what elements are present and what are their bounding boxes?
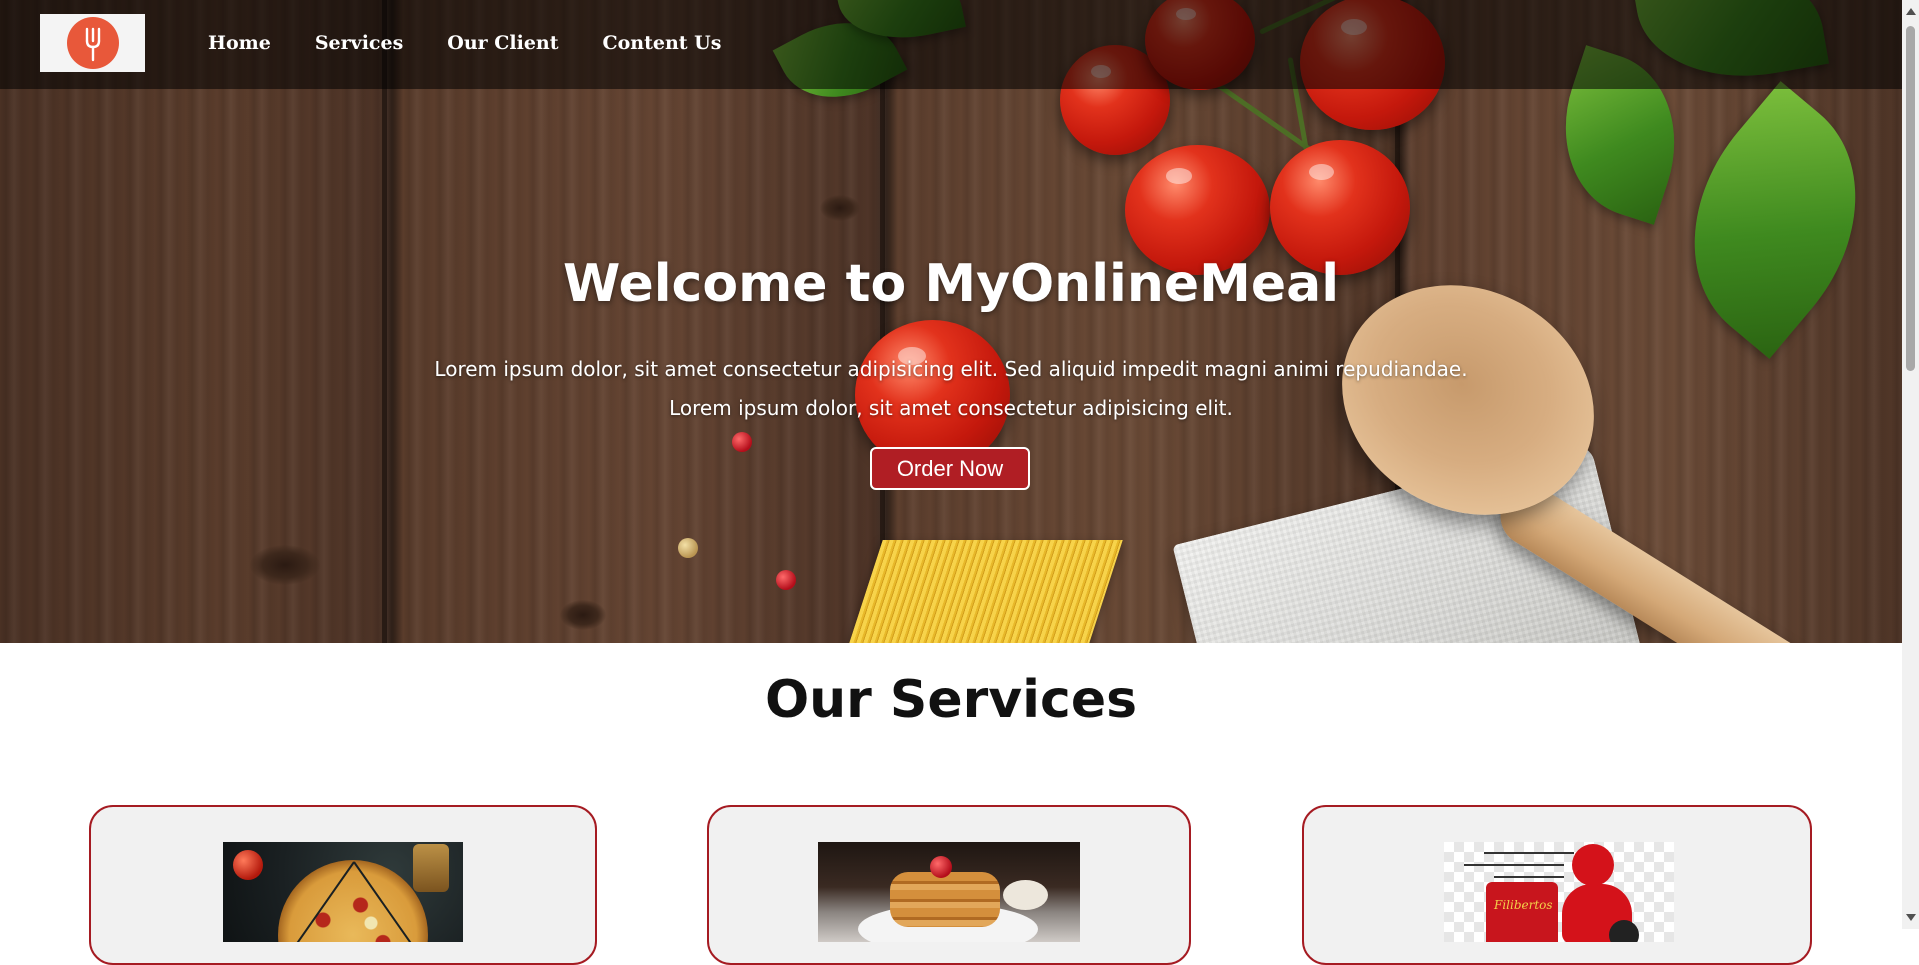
hero-title: Welcome to MyOnlineMeal bbox=[562, 254, 1340, 314]
hero-banner bbox=[0, 0, 1902, 643]
wood-knot bbox=[250, 545, 320, 585]
delivery-box-label: Filibertos bbox=[1494, 898, 1553, 912]
scooter-wheel bbox=[1609, 920, 1639, 942]
delivery-box bbox=[1486, 882, 1558, 942]
nav-our-client-link[interactable]: Our Client bbox=[447, 32, 558, 54]
scrollbar-thumb[interactable] bbox=[1906, 26, 1915, 371]
fork-icon bbox=[66, 17, 119, 69]
oil-jar bbox=[413, 844, 449, 892]
pancake-stack bbox=[890, 872, 1000, 927]
nav-home-link[interactable]: Home bbox=[208, 32, 271, 54]
speed-line bbox=[1464, 864, 1564, 866]
rider-helmet bbox=[1572, 844, 1614, 886]
peppercorn-red bbox=[732, 432, 752, 452]
delivery-image: Filibertos bbox=[1444, 842, 1674, 942]
speed-line bbox=[1494, 876, 1564, 878]
scroll-down-arrow-icon[interactable] bbox=[1906, 914, 1916, 921]
cream-bowl bbox=[1003, 880, 1048, 910]
pizza bbox=[278, 860, 428, 942]
spaghetti bbox=[837, 540, 1123, 643]
wood-knot bbox=[820, 195, 860, 221]
site-logo[interactable] bbox=[40, 14, 145, 72]
vertical-scrollbar[interactable] bbox=[1902, 0, 1919, 929]
order-now-button[interactable]: Order Now bbox=[870, 447, 1030, 490]
hero-description-line-2: Lorem ipsum dolor, sit amet consectetur … bbox=[669, 396, 1233, 420]
cherry-tomato bbox=[233, 850, 263, 880]
nav-services-link[interactable]: Services bbox=[315, 32, 403, 54]
nav-menu: Home Services Our Client Content Us bbox=[208, 32, 765, 54]
service-card-desserts[interactable] bbox=[707, 805, 1191, 965]
peppercorn bbox=[678, 538, 698, 558]
nav-contact-link[interactable]: Content Us bbox=[603, 32, 722, 54]
hero-description-line-1: Lorem ipsum dolor, sit amet consectetur … bbox=[434, 357, 1468, 381]
wood-knot bbox=[560, 600, 606, 630]
scroll-up-arrow-icon[interactable] bbox=[1906, 8, 1916, 15]
services-heading: Our Services bbox=[764, 670, 1138, 730]
top-navbar: Home Services Our Client Content Us bbox=[0, 0, 1902, 89]
basil-leaf bbox=[1639, 81, 1902, 359]
speed-line bbox=[1484, 852, 1574, 854]
peppercorn-red bbox=[776, 570, 796, 590]
wood-plank-seam bbox=[382, 0, 387, 643]
pancake-image bbox=[818, 842, 1080, 942]
service-card-delivery[interactable]: Filibertos bbox=[1302, 805, 1812, 965]
pizza-image bbox=[223, 842, 463, 942]
strawberry bbox=[930, 856, 952, 878]
service-card-pizza[interactable] bbox=[89, 805, 597, 965]
